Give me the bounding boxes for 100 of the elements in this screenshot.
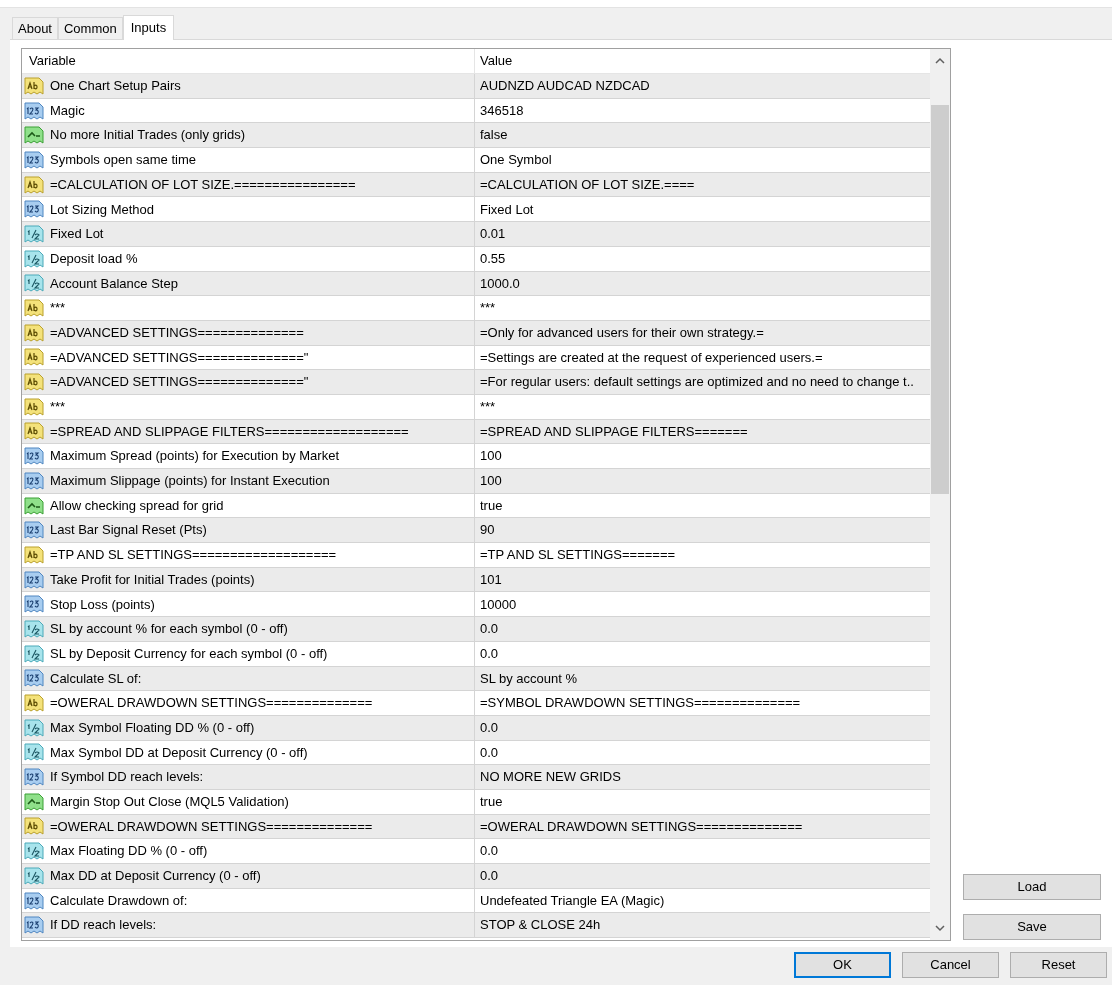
variable-value[interactable]: 100	[475, 471, 930, 491]
scroll-down-icon[interactable]	[935, 924, 945, 932]
variable-value[interactable]: NO MORE NEW GRIDS	[475, 767, 930, 787]
column-header[interactable]: Value	[475, 49, 930, 73]
number-type-icon	[24, 915, 44, 936]
number-type-icon	[24, 569, 44, 590]
number-type-icon	[24, 767, 44, 788]
variable-name: Margin Stop Out Close (MQL5 Validation)	[50, 793, 289, 812]
variable-name: One Chart Setup Pairs	[50, 77, 181, 96]
variable-name: If DD reach levels:	[50, 916, 157, 935]
variable-value[interactable]: 346518	[475, 100, 930, 121]
variable-value[interactable]: =CALCULATION OF LOT SIZE.====	[475, 174, 930, 195]
variable-value[interactable]: STOP & CLOSE 24h	[475, 915, 930, 935]
variable-name: Take Profit for Initial Trades (points)	[50, 570, 255, 589]
variable-value[interactable]: true	[475, 495, 930, 516]
variable-value[interactable]: =SYMBOL DRAWDOWN SETTINGS==============	[475, 693, 930, 713]
number-type-icon	[24, 446, 44, 467]
side-button[interactable]: Save	[963, 914, 1101, 940]
fraction-type-icon	[24, 273, 44, 294]
variable-value[interactable]: =OWERAL DRAWDOWN SETTINGS==============	[475, 816, 930, 837]
variable-name: =ADVANCED SETTINGS==============	[50, 323, 304, 342]
column-header[interactable]: Variable	[22, 49, 475, 73]
tab[interactable]: Common	[58, 17, 123, 39]
variable-name: Symbols open same time	[50, 151, 196, 170]
variable-value[interactable]: 0.01	[475, 224, 930, 244]
variable-value[interactable]: 0.0	[475, 866, 930, 886]
variable-name: ***	[50, 398, 66, 417]
variable-name: Allow checking spread for grid	[50, 496, 224, 515]
variable-name: =SPREAD AND SLIPPAGE FILTERS===================	[50, 422, 409, 441]
variable-value[interactable]: Undefeated Triangle EA (Magic)	[475, 890, 930, 911]
variable-value[interactable]: 0.0	[475, 841, 930, 861]
variable-value[interactable]: One Symbol	[475, 150, 930, 170]
number-type-icon	[24, 594, 44, 615]
variable-value[interactable]: 10000	[475, 594, 930, 615]
variable-value[interactable]: 0.0	[475, 717, 930, 738]
variable-value[interactable]: SL by account %	[475, 668, 930, 689]
variable-value[interactable]: 0.0	[475, 742, 930, 763]
variable-value[interactable]: 1000.0	[475, 273, 930, 294]
text-type-icon	[24, 693, 44, 714]
text-type-icon	[24, 75, 44, 96]
side-button[interactable]: Load	[963, 874, 1101, 900]
text-type-icon	[24, 396, 44, 417]
number-type-icon	[24, 149, 44, 170]
dialog-button[interactable]: OK	[794, 952, 891, 978]
text-type-icon	[24, 174, 44, 195]
variable-name: Deposit load %	[50, 249, 138, 268]
variable-name: Calculate Drawdown of:	[50, 891, 188, 910]
scrollbar[interactable]	[930, 49, 950, 940]
dialog-button[interactable]: Reset	[1010, 952, 1107, 978]
text-type-icon	[24, 372, 44, 393]
number-type-icon	[24, 520, 44, 541]
scroll-up-icon[interactable]	[935, 57, 945, 65]
variable-name: No more Initial Trades (only grids)	[50, 126, 246, 145]
variable-value[interactable]: =TP AND SL SETTINGS=======	[475, 545, 930, 565]
variable-value[interactable]: 0.55	[475, 248, 930, 269]
variable-value[interactable]: ***	[475, 397, 930, 417]
variable-name: Last Bar Signal Reset (Pts)	[50, 521, 207, 540]
variable-value[interactable]: 100	[475, 446, 930, 466]
number-type-icon	[24, 470, 44, 491]
variable-value[interactable]: 0.0	[475, 619, 930, 639]
variable-name: Calculate SL of:	[50, 669, 142, 688]
variable-name: =TP AND SL SETTINGS===================	[50, 546, 337, 565]
tab[interactable]: Inputs	[122, 15, 175, 40]
variable-name: SL by account % for each symbol (0 - off)	[50, 620, 288, 639]
variable-name: =OWERAL DRAWDOWN SETTINGS==============	[50, 694, 373, 713]
variable-value[interactable]: =SPREAD AND SLIPPAGE FILTERS=======	[475, 421, 930, 442]
variable-value[interactable]: 0.0	[475, 643, 930, 664]
variable-value[interactable]: 101	[475, 569, 930, 590]
variable-name: =OWERAL DRAWDOWN SETTINGS==============	[50, 817, 373, 836]
number-type-icon	[24, 100, 44, 121]
variable-value[interactable]: true	[475, 792, 930, 812]
variable-name: Maximum Slippage (points) for Instant Execution	[50, 472, 330, 491]
variable-name: SL by Deposit Currency for each symbol (0 - off)	[50, 644, 328, 663]
variable-value[interactable]: Fixed Lot	[475, 199, 930, 220]
variable-name: Lot Sizing Method	[50, 200, 155, 219]
variable-value[interactable]: =Only for advanced users for their own strategy.=	[475, 322, 930, 343]
fraction-type-icon	[24, 643, 44, 664]
variable-name: Account Balance Step	[50, 274, 178, 293]
variable-name: Max Symbol Floating DD % (0 - off)	[50, 718, 255, 737]
text-type-icon	[24, 322, 44, 343]
tab[interactable]: About	[12, 17, 58, 39]
text-type-icon	[24, 347, 44, 368]
variable-value[interactable]: =Settings are created at the request of experienced users.=	[475, 347, 930, 368]
variable-value[interactable]: ***	[475, 298, 930, 318]
variable-value[interactable]: AUDNZD AUDCAD NZDCAD	[475, 76, 930, 96]
number-type-icon	[24, 199, 44, 220]
variable-value[interactable]: false	[475, 125, 930, 145]
variable-name: Max DD at Deposit Currency (0 - off)	[50, 867, 261, 886]
dialog-button[interactable]: Cancel	[902, 952, 999, 978]
toggle-type-icon	[24, 791, 44, 812]
variable-name: Maximum Spread (points) for Execution by Market	[50, 447, 339, 466]
number-type-icon	[24, 890, 44, 911]
variable-value[interactable]: 90	[475, 520, 930, 540]
scroll-thumb[interactable]	[931, 105, 949, 494]
fraction-type-icon	[24, 841, 44, 862]
variable-name: =CALCULATION OF LOT SIZE.================	[50, 175, 356, 194]
variable-name: Stop Loss (points)	[50, 595, 155, 614]
variable-value[interactable]: =For regular users: default settings are optimized and no need to change t..	[475, 372, 930, 392]
variable-name: If Symbol DD reach levels:	[50, 768, 204, 787]
fraction-type-icon	[24, 618, 44, 639]
